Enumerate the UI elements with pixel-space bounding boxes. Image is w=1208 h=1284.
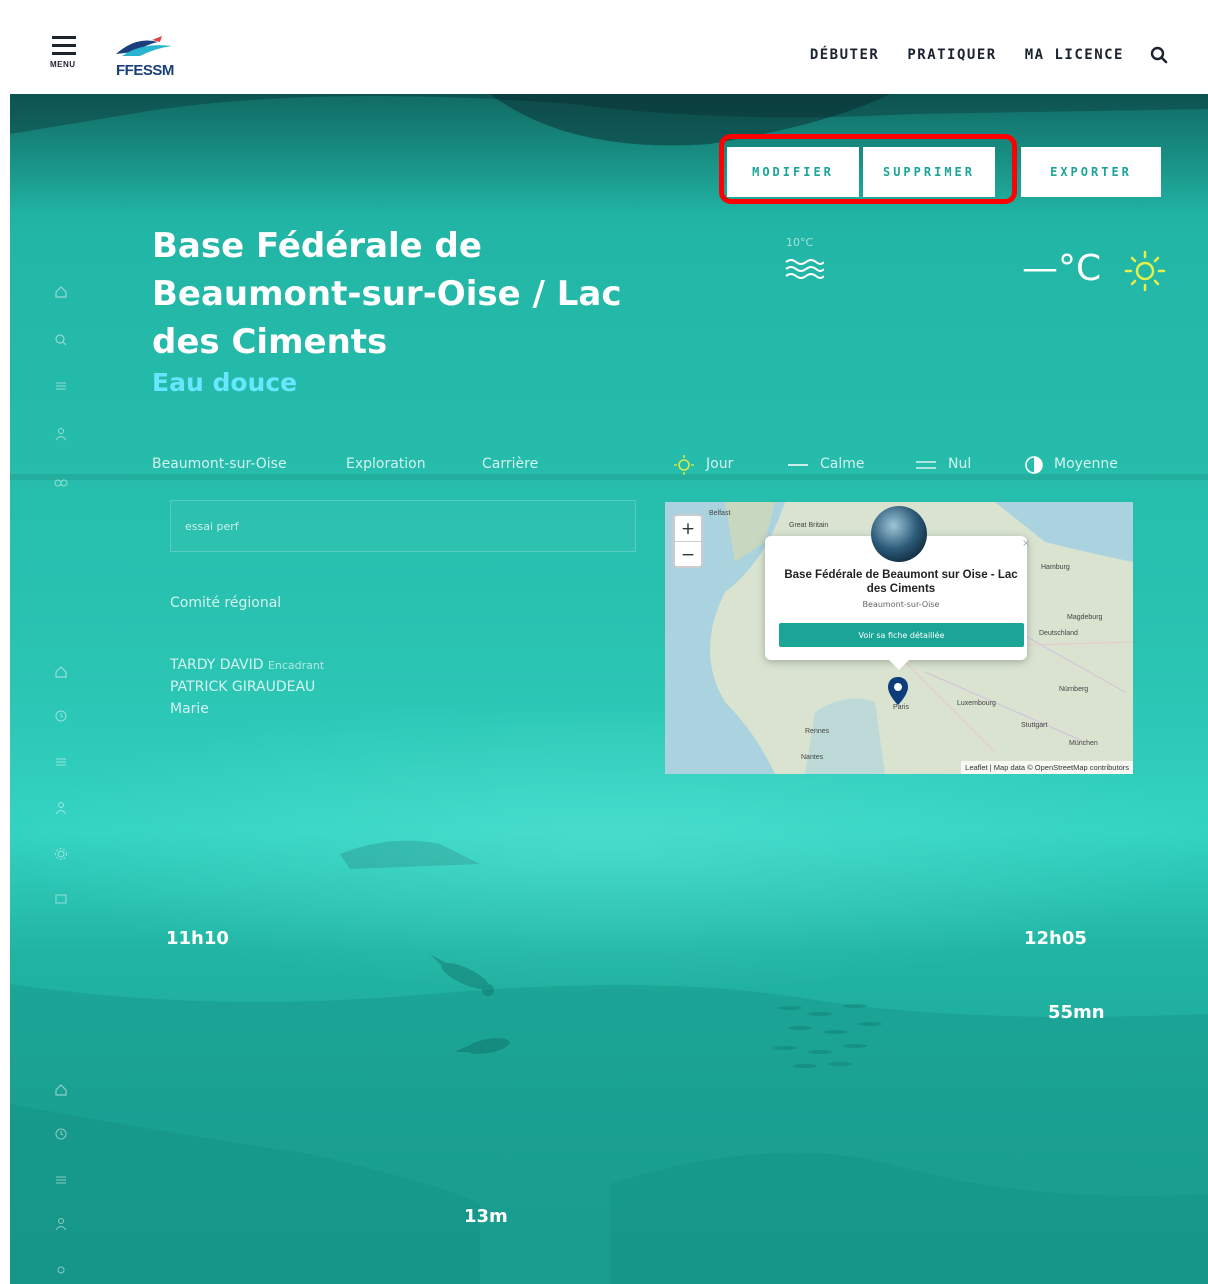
- moment-value: Jour: [706, 456, 734, 472]
- hamburger-icon: [52, 36, 76, 39]
- surface-return-time: 12h05: [1024, 928, 1087, 949]
- map-label: Belfast: [709, 510, 731, 517]
- hamburger-icon-bar: [52, 44, 76, 47]
- map-label: Rennes: [805, 728, 830, 735]
- exporter-button[interactable]: EXPORTER: [1021, 147, 1161, 197]
- type-value: Exploration: [346, 456, 426, 472]
- fish-school-icon: [773, 1004, 882, 1068]
- supprimer-button[interactable]: SUPPRIMER: [863, 147, 995, 197]
- map-label: München: [1069, 740, 1098, 747]
- logo-text: FFESSM: [116, 62, 174, 79]
- map-label: Stuttgart: [1021, 722, 1048, 729]
- palanquee-person-2: PATRICK GIRAUDEAU: [170, 679, 316, 695]
- total-duration: 55mn: [1048, 1002, 1105, 1023]
- map-label: Deutschland: [1039, 630, 1078, 637]
- notes-field[interactable]: [170, 500, 636, 552]
- binoculars-icon[interactable]: [54, 474, 68, 488]
- home-icon-2[interactable]: [54, 664, 68, 678]
- notes-input[interactable]: [171, 501, 635, 551]
- diver-icon: [430, 954, 494, 996]
- immersion-time: 11h10: [166, 928, 229, 949]
- user-icon-2[interactable]: [54, 800, 68, 815]
- action-buttons: MODIFIER SUPPRIMER EXPORTER: [727, 147, 1161, 197]
- close-icon[interactable]: ×: [1022, 538, 1030, 549]
- map-label: Great Britain: [789, 522, 829, 529]
- visibility-icon: [1025, 456, 1043, 474]
- map-attribution: Leaflet | Map data © OpenStreetMap contr…: [961, 761, 1133, 774]
- zoom-in-button[interactable]: +: [675, 516, 701, 542]
- hamburger-icon-bar: [52, 52, 76, 55]
- home-icon-3[interactable]: [54, 1082, 68, 1096]
- ffessm-logo[interactable]: FFESSM: [112, 30, 182, 79]
- diver-icon-2: [454, 1038, 510, 1054]
- page-edge: [0, 0, 10, 1284]
- list-icon[interactable]: [54, 378, 68, 392]
- milieu-value: Carrière: [482, 456, 539, 472]
- gear-icon[interactable]: [54, 846, 68, 860]
- view-details-button[interactable]: Voir sa fiche détaillée: [779, 623, 1024, 647]
- home-icon[interactable]: [54, 284, 68, 298]
- air-temperature: —°C: [1022, 248, 1102, 289]
- clock-icon-2[interactable]: [54, 1126, 68, 1140]
- clock-icon[interactable]: [54, 708, 68, 722]
- max-depth: 13m: [464, 1206, 508, 1227]
- map-pin-icon[interactable]: [887, 676, 909, 706]
- main-nav: DÉBUTER PRATIQUER MA LICENCE: [782, 46, 1168, 64]
- nav-pratiquer[interactable]: PRATIQUER: [907, 47, 996, 63]
- calm-line-icon: [788, 464, 808, 466]
- site-photo: [871, 506, 927, 562]
- location-map[interactable]: + − Great Britain Hamburg Magdeburg Deut…: [665, 502, 1133, 774]
- map-label: Nantes: [801, 754, 824, 761]
- menu-button[interactable]: MENU: [50, 36, 78, 80]
- user-icon[interactable]: [54, 426, 68, 441]
- list-icon-2[interactable]: [54, 754, 68, 768]
- nav-debuter[interactable]: DÉBUTER: [810, 47, 880, 63]
- water-temperature: 10°C: [786, 236, 814, 249]
- site-title: Base Fédérale de Beaumont-sur-Oise / Lac…: [152, 226, 622, 362]
- search-icon[interactable]: [54, 332, 68, 346]
- user-icon-3[interactable]: [54, 1216, 68, 1231]
- zoom-control: + −: [673, 514, 703, 568]
- structure-value: Comité régional: [170, 595, 282, 611]
- popup-title: Base Fédérale de Beaumont sur Oise - Lac…: [784, 569, 1018, 595]
- day-sun-icon: [674, 455, 694, 475]
- water-waves-icon: [785, 259, 824, 279]
- person-role: Encadrant: [267, 659, 325, 672]
- current-icon: [916, 461, 936, 469]
- map-label: Nürnberg: [1059, 686, 1089, 693]
- search-icon[interactable]: [1150, 46, 1168, 64]
- wave-logo-icon: [116, 36, 172, 56]
- top-header: MENU FFESSM DÉBUTER PRATIQUER MA LICENCE: [0, 0, 1208, 94]
- modifier-button[interactable]: MODIFIER: [727, 147, 859, 197]
- list-icon-3[interactable]: [54, 1172, 68, 1186]
- popup-subtitle: Beaumont-sur-Oise: [862, 600, 940, 609]
- map-label: Hamburg: [1041, 564, 1070, 571]
- zoom-out-button[interactable]: −: [675, 542, 701, 567]
- gear-icon-2[interactable]: [54, 1262, 68, 1276]
- person-name: TARDY DAVID: [170, 657, 264, 673]
- etat-value: Calme: [820, 456, 865, 472]
- popup-arrow: [887, 658, 911, 670]
- commune-value: Beaumont-sur-Oise: [152, 456, 287, 472]
- folder-icon[interactable]: [54, 890, 68, 904]
- map-label: Magdeburg: [1067, 614, 1103, 621]
- water-type: Eau douce: [152, 368, 298, 397]
- menu-label: MENU: [50, 60, 76, 69]
- sun-icon: [1124, 250, 1166, 292]
- courant-value: Nul: [948, 456, 972, 472]
- nav-ma-licence[interactable]: MA LICENCE: [1025, 47, 1124, 63]
- visibilite-value: Moyenne: [1054, 456, 1118, 472]
- map-label: Luxembourg: [957, 700, 996, 707]
- palanquee-person-3: Marie: [170, 701, 209, 717]
- palanquee-person-1: TARDY DAVID Encadrant: [170, 657, 324, 673]
